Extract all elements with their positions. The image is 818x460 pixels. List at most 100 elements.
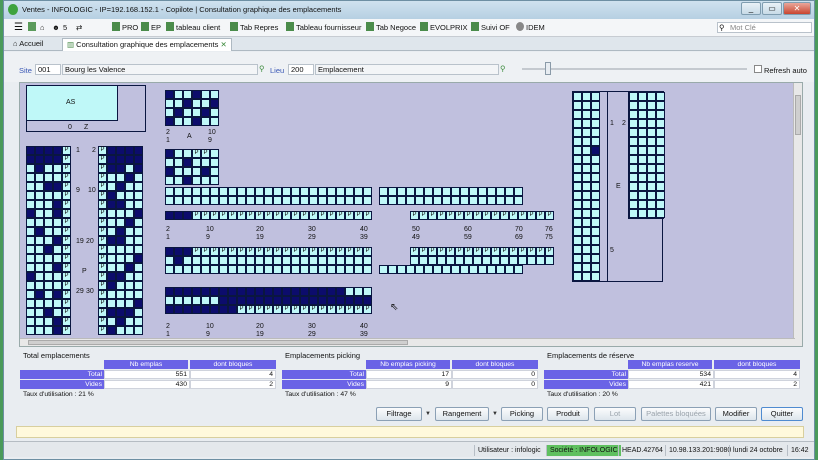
location-cell[interactable] xyxy=(582,119,591,128)
location-cell[interactable] xyxy=(35,290,44,299)
location-cell[interactable]: P xyxy=(419,247,428,256)
location-cell[interactable] xyxy=(44,254,53,263)
location-cell[interactable]: P xyxy=(345,211,354,220)
location-cell[interactable] xyxy=(165,99,174,108)
location-cell[interactable] xyxy=(26,164,35,173)
location-cell[interactable]: P xyxy=(62,200,71,209)
location-cell[interactable] xyxy=(415,196,424,205)
location-cell[interactable] xyxy=(116,317,125,326)
location-cell[interactable] xyxy=(591,263,600,272)
location-cell[interactable] xyxy=(300,187,309,196)
location-cell[interactable] xyxy=(638,92,647,101)
location-cell[interactable] xyxy=(134,182,143,191)
close-button[interactable]: ✕ xyxy=(783,2,811,15)
location-cell[interactable] xyxy=(582,191,591,200)
location-cell[interactable] xyxy=(183,158,192,167)
location-cell[interactable] xyxy=(210,149,219,158)
location-cell[interactable] xyxy=(44,245,53,254)
location-cell[interactable] xyxy=(116,263,125,272)
toolbar-tableau-fournisseur[interactable]: Tableau fournisseur xyxy=(286,22,361,34)
location-cell[interactable] xyxy=(582,128,591,137)
location-cell[interactable] xyxy=(656,164,665,173)
location-cell[interactable] xyxy=(255,196,264,205)
location-cell[interactable]: P xyxy=(192,211,201,220)
location-cell[interactable] xyxy=(327,287,336,296)
location-cell[interactable] xyxy=(219,265,228,274)
location-cell[interactable] xyxy=(591,146,600,155)
location-cell[interactable] xyxy=(134,254,143,263)
location-cell[interactable] xyxy=(107,146,116,155)
location-cell[interactable] xyxy=(174,211,183,220)
location-cell[interactable] xyxy=(116,218,125,227)
location-cell[interactable] xyxy=(44,263,53,272)
location-cell[interactable] xyxy=(174,196,183,205)
location-cell[interactable] xyxy=(336,265,345,274)
location-cell[interactable] xyxy=(116,182,125,191)
location-cell[interactable] xyxy=(53,245,62,254)
location-cell[interactable] xyxy=(107,155,116,164)
location-cell[interactable] xyxy=(165,256,174,265)
location-cell[interactable]: P xyxy=(536,211,545,220)
location-cell[interactable] xyxy=(514,265,523,274)
location-cell[interactable]: P xyxy=(98,317,107,326)
swap-icon[interactable]: ⇄ xyxy=(76,22,82,34)
location-cell[interactable]: P xyxy=(62,227,71,236)
location-cell[interactable] xyxy=(656,182,665,191)
location-cell[interactable]: P xyxy=(354,247,363,256)
location-cell[interactable] xyxy=(582,263,591,272)
location-cell[interactable] xyxy=(134,146,143,155)
location-cell[interactable] xyxy=(210,117,219,126)
location-cell[interactable] xyxy=(210,196,219,205)
location-cell[interactable] xyxy=(107,173,116,182)
location-cell[interactable]: P xyxy=(437,247,446,256)
location-cell[interactable]: P xyxy=(62,209,71,218)
location-cell[interactable] xyxy=(134,227,143,236)
rangement-dropdown-icon[interactable]: ▼ xyxy=(492,411,498,417)
location-cell[interactable] xyxy=(125,209,134,218)
location-cell[interactable]: P xyxy=(62,299,71,308)
location-cell[interactable] xyxy=(536,256,545,265)
location-cell[interactable] xyxy=(165,247,174,256)
location-cell[interactable] xyxy=(318,196,327,205)
location-cell[interactable] xyxy=(107,236,116,245)
location-cell[interactable] xyxy=(165,305,174,314)
location-cell[interactable] xyxy=(345,256,354,265)
location-cell[interactable] xyxy=(134,281,143,290)
location-cell[interactable] xyxy=(638,146,647,155)
tab-accueil[interactable]: ⌂ Accueil xyxy=(9,38,47,51)
location-cell[interactable] xyxy=(201,167,210,176)
location-cell[interactable] xyxy=(125,164,134,173)
location-cell[interactable] xyxy=(629,155,638,164)
location-cell[interactable] xyxy=(629,182,638,191)
location-cell[interactable] xyxy=(53,218,62,227)
location-cell[interactable] xyxy=(228,196,237,205)
location-cell[interactable] xyxy=(496,187,505,196)
toolbar-idem[interactable]: IDEM xyxy=(516,22,545,34)
location-cell[interactable]: P xyxy=(345,305,354,314)
location-cell[interactable]: P xyxy=(246,211,255,220)
location-cell[interactable] xyxy=(415,265,424,274)
location-cell[interactable]: P xyxy=(527,211,536,220)
location-cell[interactable]: P xyxy=(482,247,491,256)
location-cell[interactable] xyxy=(573,236,582,245)
location-cell[interactable] xyxy=(591,92,600,101)
location-cell[interactable] xyxy=(228,305,237,314)
location-cell[interactable]: P xyxy=(237,305,246,314)
location-cell[interactable]: P xyxy=(98,245,107,254)
location-cell[interactable]: P xyxy=(62,146,71,155)
location-cell[interactable] xyxy=(125,308,134,317)
location-cell[interactable] xyxy=(116,281,125,290)
location-cell[interactable] xyxy=(345,287,354,296)
location-cell[interactable] xyxy=(183,265,192,274)
location-cell[interactable] xyxy=(397,196,406,205)
location-cell[interactable] xyxy=(469,196,478,205)
location-cell[interactable]: P xyxy=(98,263,107,272)
location-cell[interactable] xyxy=(125,182,134,191)
location-cell[interactable]: P xyxy=(98,254,107,263)
picking-button[interactable]: Picking xyxy=(501,407,543,421)
location-cell[interactable] xyxy=(165,176,174,185)
location-cell[interactable] xyxy=(125,245,134,254)
location-cell[interactable] xyxy=(35,200,44,209)
location-cell[interactable] xyxy=(125,326,134,335)
location-cell[interactable]: P xyxy=(98,173,107,182)
